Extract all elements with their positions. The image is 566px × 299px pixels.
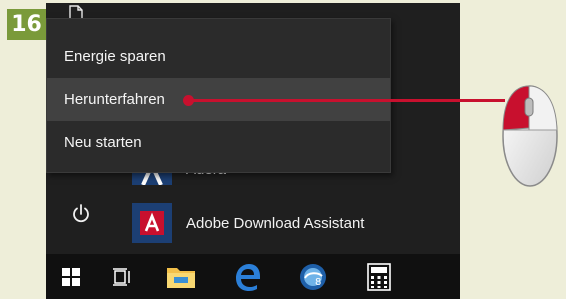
power-icon [73, 204, 89, 223]
file-explorer-button[interactable] [148, 254, 214, 299]
task-view-icon [113, 267, 130, 286]
taskbar-app-button[interactable]: 8 [280, 254, 346, 299]
mouse-left-click-icon [502, 85, 558, 187]
menu-item-energie-sparen[interactable]: Energie sparen [47, 35, 390, 78]
edge-button[interactable] [214, 254, 280, 299]
calculator-button[interactable] [346, 254, 412, 299]
callout-line [189, 99, 505, 102]
calculator-icon [367, 262, 391, 291]
menu-item-label: Energie sparen [64, 48, 166, 65]
app-3-icon: 8 [300, 263, 326, 290]
step-number-badge: 16 [7, 9, 46, 40]
start-menu-screen: Adera Adobe Download Assistant Energie s… [46, 3, 460, 299]
file-explorer-icon [167, 267, 195, 288]
edge-icon [236, 263, 260, 291]
menu-item-label: Herunterfahren [64, 91, 165, 108]
task-view-button[interactable] [96, 254, 148, 299]
svg-text:8: 8 [315, 277, 321, 288]
power-button[interactable] [66, 199, 96, 229]
power-options-menu: Energie sparen Herunterfahren Neu starte… [46, 18, 391, 173]
menu-item-neu-starten[interactable]: Neu starten [47, 121, 390, 164]
start-button[interactable] [46, 254, 96, 299]
windows-start-icon [62, 267, 80, 286]
adobe-download-assistant-icon [132, 203, 172, 243]
menu-item-label: Neu starten [64, 134, 142, 151]
app-label: Adobe Download Assistant [186, 214, 365, 232]
taskbar: 8 [46, 254, 460, 299]
callout-dot [183, 95, 194, 106]
app-list-item[interactable]: Adobe Download Assistant [118, 201, 460, 245]
